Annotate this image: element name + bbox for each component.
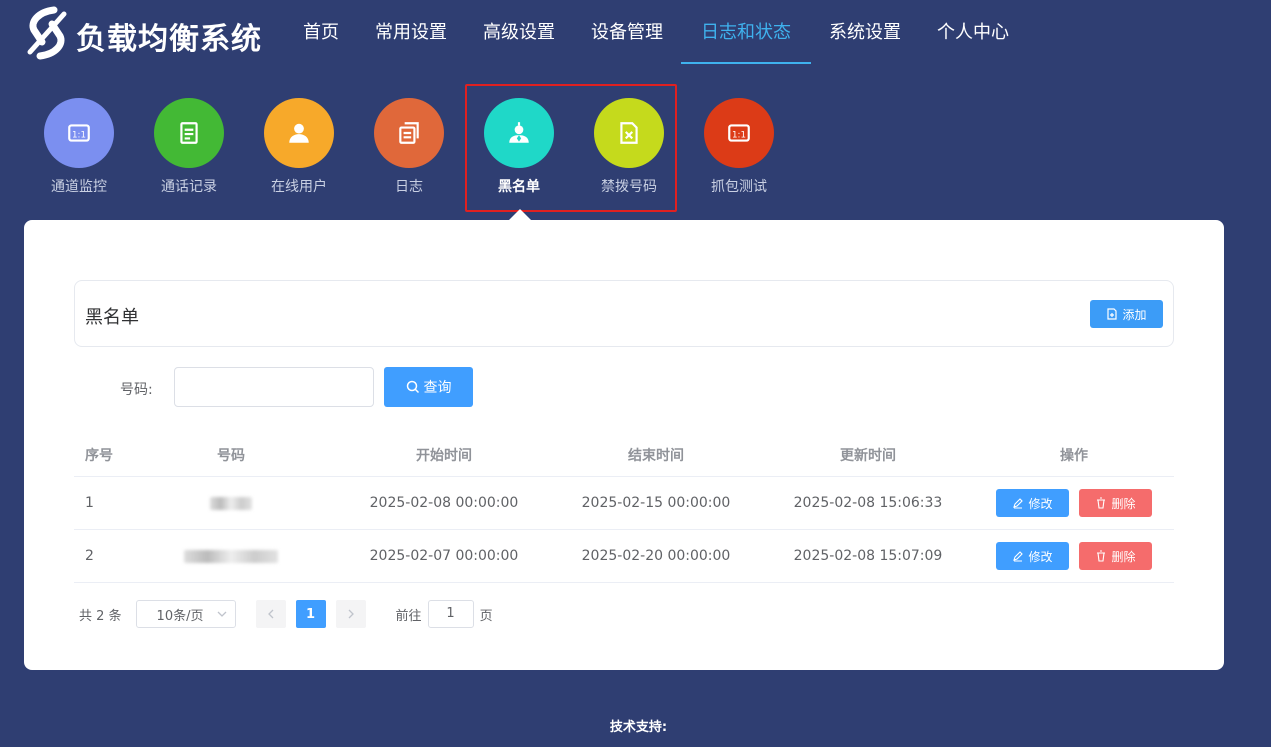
prev-page-button[interactable]	[255, 600, 286, 628]
row-actions: 修改 删除	[974, 542, 1174, 570]
page-size-value: 10条/页	[156, 608, 204, 624]
trash-icon	[1097, 550, 1106, 562]
row-start-time: 2025-02-07 00:00:00	[369, 548, 519, 564]
goto-prefix: 前往	[395, 608, 422, 624]
goto-page-input[interactable]: 1	[427, 600, 474, 628]
chevron-left-icon	[267, 609, 274, 619]
row-updated-time: 2025-02-08 15:07:09	[793, 548, 943, 564]
page-size-select[interactable]: 10条/页	[135, 600, 236, 628]
module-logs[interactable]: 日志	[354, 98, 464, 196]
page-number[interactable]: 1	[295, 600, 326, 628]
nav-common-settings[interactable]: 常用设置	[357, 0, 465, 64]
row-actions: 修改 删除	[974, 489, 1174, 517]
module-channel-monitor[interactable]: 1:1 通道监控	[24, 98, 134, 196]
svg-text:1:1: 1:1	[732, 130, 746, 140]
link-logo-icon	[27, 6, 67, 60]
row-index: 1	[85, 495, 94, 511]
delete-label: 删除	[1111, 549, 1136, 564]
nav-advanced-settings[interactable]: 高级设置	[465, 0, 573, 64]
table-row: 2 2025-02-07 00:00:00 2025-02-20 00:00:0…	[74, 530, 1174, 583]
header-start-time: 开始时间	[416, 447, 472, 464]
chevron-right-icon	[348, 609, 354, 619]
highlight-annotation	[465, 84, 677, 212]
header-end-time: 结束时间	[628, 447, 684, 464]
add-button-label: 添加	[1122, 307, 1147, 322]
table-header: 序号 号码 开始时间 结束时间 更新时间 操作	[74, 433, 1174, 477]
edit-icon	[1013, 498, 1024, 509]
number-label: 号码:	[120, 382, 153, 398]
module-label: 通话记录	[161, 179, 217, 195]
query-button[interactable]: 查询	[384, 367, 473, 407]
edit-icon	[1013, 551, 1024, 562]
document-icon	[154, 98, 224, 168]
edit-button[interactable]: 修改	[996, 542, 1069, 570]
monitor-icon: 1:1	[44, 98, 114, 168]
add-file-icon	[1107, 308, 1118, 320]
table-row: 1 2025-02-08 00:00:00 2025-02-15 00:00:0…	[74, 477, 1174, 530]
row-end-time: 2025-02-20 00:00:00	[581, 548, 731, 564]
row-index: 2	[85, 548, 94, 564]
module-call-records[interactable]: 通话记录	[134, 98, 244, 196]
search-icon	[406, 380, 419, 394]
nav-device-management[interactable]: 设备管理	[573, 0, 681, 64]
header-actions: 操作	[1060, 447, 1088, 464]
total-count: 共 2 条	[79, 608, 122, 624]
number-search-input[interactable]	[174, 367, 374, 407]
panel-header: 黑名单 添加	[74, 280, 1174, 347]
nav-personal-center[interactable]: 个人中心	[919, 0, 1027, 64]
module-label: 日志	[395, 179, 423, 195]
blacklist-table: 序号 号码 开始时间 结束时间 更新时间 操作 1 2025-02-08 00:…	[74, 433, 1174, 583]
module-label: 在线用户	[271, 179, 327, 195]
row-number-redacted	[124, 548, 338, 564]
delete-button[interactable]: 删除	[1079, 542, 1152, 570]
header-index: 序号	[85, 447, 113, 464]
delete-button[interactable]: 删除	[1079, 489, 1152, 517]
active-pointer	[509, 209, 531, 220]
header-updated-time: 更新时间	[840, 447, 896, 464]
files-icon	[374, 98, 444, 168]
capture-icon: 1:1	[704, 98, 774, 168]
chevron-down-icon	[217, 611, 227, 617]
pagination: 共 2 条 10条/页 1 前往 1 页	[79, 600, 493, 628]
nav-home[interactable]: 首页	[285, 0, 357, 64]
edit-label: 修改	[1028, 496, 1053, 511]
trash-icon	[1097, 497, 1106, 509]
row-updated-time: 2025-02-08 15:06:33	[793, 495, 943, 511]
goto-suffix: 页	[479, 608, 493, 624]
add-button[interactable]: 添加	[1090, 300, 1163, 328]
header-number: 号码	[217, 447, 245, 464]
panel-title: 黑名单	[85, 307, 139, 328]
nav-logs-status[interactable]: 日志和状态	[681, 0, 811, 64]
row-start-time: 2025-02-08 00:00:00	[369, 495, 519, 511]
svg-text:1:1: 1:1	[72, 130, 86, 140]
edit-button[interactable]: 修改	[996, 489, 1069, 517]
module-online-users[interactable]: 在线用户	[244, 98, 354, 196]
top-nav: 首页 常用设置 高级设置 设备管理 日志和状态 系统设置 个人中心	[285, 0, 1027, 64]
row-number-redacted	[124, 495, 338, 511]
next-page-button[interactable]	[335, 600, 366, 628]
user-icon	[264, 98, 334, 168]
module-label: 通道监控	[51, 179, 107, 195]
delete-label: 删除	[1111, 496, 1136, 511]
nav-system-settings[interactable]: 系统设置	[811, 0, 919, 64]
app-title: 负载均衡系统	[76, 22, 262, 57]
content-card: 黑名单 添加 号码: 查询 序号 号码 开始时间 结束时间 更新时间 操作 1 …	[24, 220, 1224, 670]
edit-label: 修改	[1028, 549, 1053, 564]
row-end-time: 2025-02-15 00:00:00	[581, 495, 731, 511]
module-packet-capture[interactable]: 1:1 抓包测试	[684, 98, 794, 196]
module-label: 抓包测试	[711, 179, 767, 195]
footer-support: 技术支持:	[609, 720, 668, 735]
query-button-label: 查询	[423, 380, 452, 396]
